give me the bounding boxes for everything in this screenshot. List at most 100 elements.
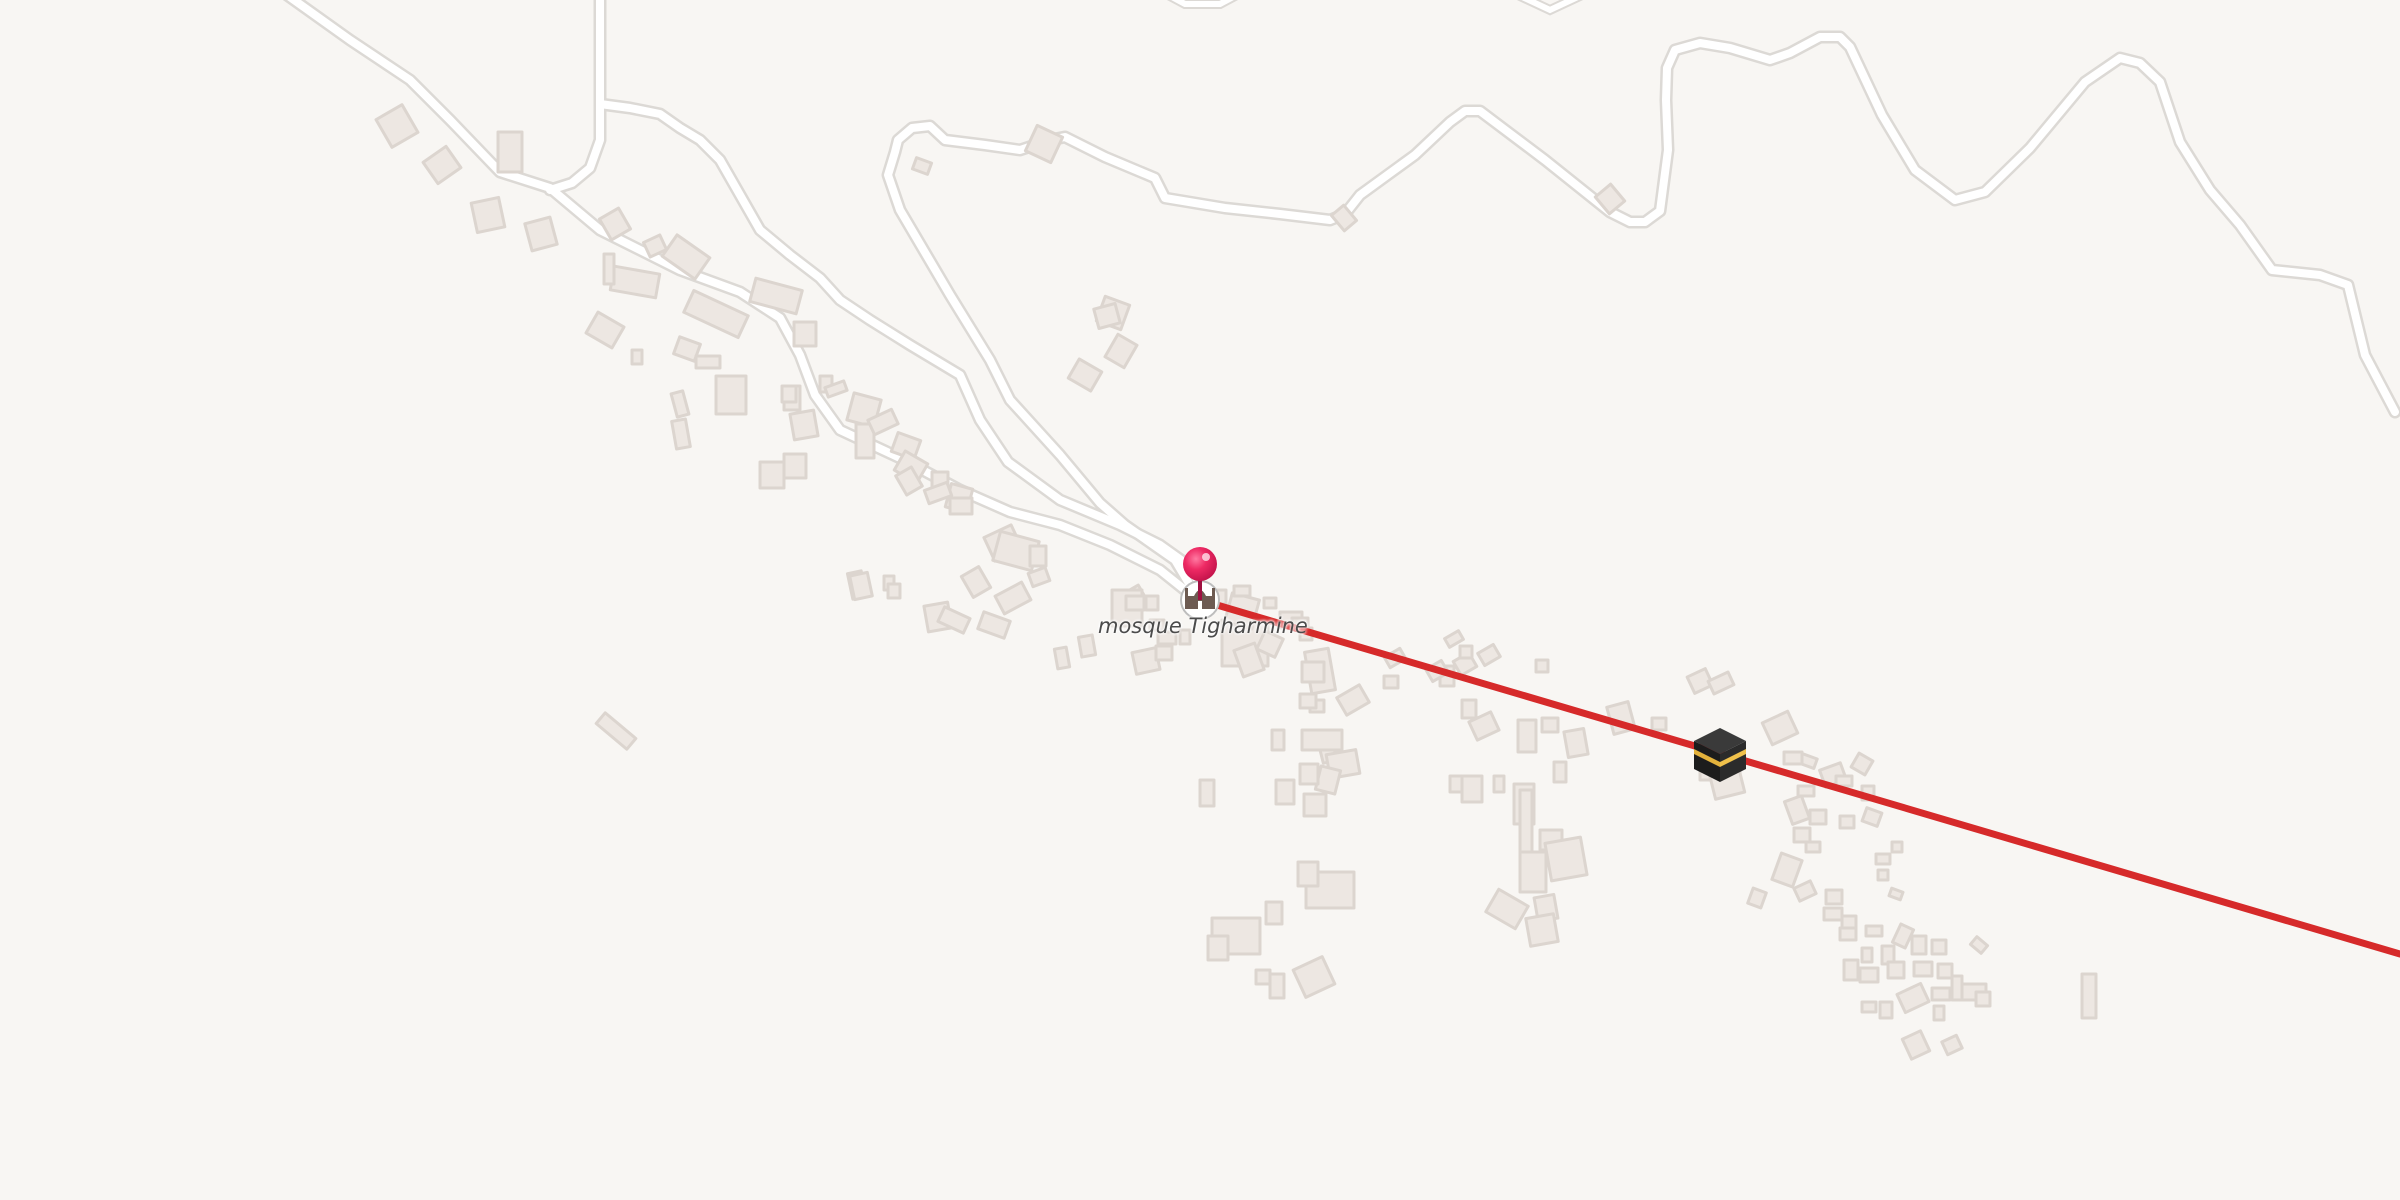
building — [602, 252, 616, 286]
building — [1838, 814, 1856, 830]
building — [1910, 934, 1928, 956]
building — [1552, 760, 1568, 784]
building — [1834, 774, 1854, 788]
building — [2080, 972, 2098, 1020]
building — [1860, 946, 1874, 964]
building — [948, 496, 974, 516]
building — [670, 417, 692, 451]
building — [1562, 726, 1590, 760]
building — [1154, 644, 1174, 662]
building — [608, 264, 662, 300]
roads-fill — [287, 0, 2399, 606]
building — [1268, 972, 1286, 1000]
building — [1792, 826, 1812, 844]
building — [1300, 660, 1326, 684]
building — [594, 711, 638, 751]
building — [1516, 718, 1538, 754]
poi-label-mosque[interactable]: mosque Tigharmine — [1098, 614, 1308, 638]
building — [1860, 1000, 1878, 1014]
building — [788, 408, 820, 442]
building — [1262, 596, 1278, 610]
building — [792, 320, 818, 348]
building — [1066, 357, 1104, 393]
building — [714, 374, 748, 416]
building — [1840, 914, 1858, 930]
building — [1895, 981, 1931, 1015]
building — [1534, 658, 1550, 674]
road-ridge-fill — [1341, 33, 2399, 416]
building — [1932, 1004, 1946, 1022]
building — [1912, 960, 1934, 978]
building — [758, 460, 786, 490]
building — [1300, 728, 1344, 752]
building — [1144, 594, 1160, 612]
pin-head — [1183, 547, 1217, 581]
building — [1936, 962, 1954, 980]
building — [1543, 835, 1589, 883]
building — [1198, 778, 1216, 808]
building — [1858, 966, 1880, 984]
building — [1804, 840, 1822, 854]
building — [1540, 716, 1560, 734]
building — [1760, 709, 1800, 747]
building — [1886, 960, 1906, 980]
building — [780, 384, 798, 404]
building — [1890, 840, 1904, 854]
building — [1782, 750, 1804, 766]
building — [1460, 698, 1478, 720]
building — [1076, 633, 1098, 659]
building — [1878, 1000, 1894, 1020]
building — [1824, 888, 1844, 906]
building — [1650, 716, 1668, 732]
building — [1232, 584, 1252, 598]
building — [1302, 792, 1328, 818]
building — [1930, 938, 1948, 956]
building — [1887, 886, 1905, 902]
building — [1792, 879, 1818, 903]
road-north-spur-fill — [546, 0, 604, 194]
building — [584, 310, 626, 350]
building — [1052, 645, 1072, 671]
pin-highlight — [1202, 553, 1210, 561]
building — [1023, 123, 1065, 165]
building — [1296, 860, 1320, 888]
building — [1524, 912, 1560, 948]
map-canvas[interactable] — [0, 0, 2400, 1200]
building — [976, 610, 1012, 640]
building — [1746, 886, 1768, 910]
building — [1492, 774, 1506, 794]
building — [1518, 850, 1548, 894]
building — [1849, 751, 1875, 777]
building — [694, 354, 722, 370]
road-main-fill — [287, 0, 1199, 602]
building — [1822, 906, 1844, 922]
building — [993, 580, 1033, 616]
building — [1890, 922, 1916, 950]
building — [1842, 958, 1860, 982]
building — [1028, 544, 1048, 568]
building — [1876, 868, 1890, 882]
building — [1968, 935, 1990, 955]
building — [1382, 674, 1400, 690]
building — [959, 565, 993, 599]
building — [1476, 642, 1502, 668]
building — [910, 156, 934, 176]
building — [1838, 926, 1858, 942]
building — [1900, 1029, 1932, 1061]
building — [1270, 728, 1286, 752]
building — [1264, 900, 1284, 926]
building — [1796, 784, 1816, 798]
building — [523, 215, 559, 253]
building — [1860, 806, 1884, 828]
building — [1298, 762, 1320, 786]
building — [1206, 934, 1230, 962]
building — [1092, 301, 1122, 331]
building — [1484, 887, 1530, 931]
building — [1930, 986, 1952, 1002]
building — [1940, 1033, 1964, 1057]
building — [1335, 683, 1371, 717]
building — [1124, 594, 1146, 612]
building — [1706, 670, 1736, 696]
top-road-fragments — [1167, 0, 1583, 16]
building — [1298, 692, 1318, 710]
